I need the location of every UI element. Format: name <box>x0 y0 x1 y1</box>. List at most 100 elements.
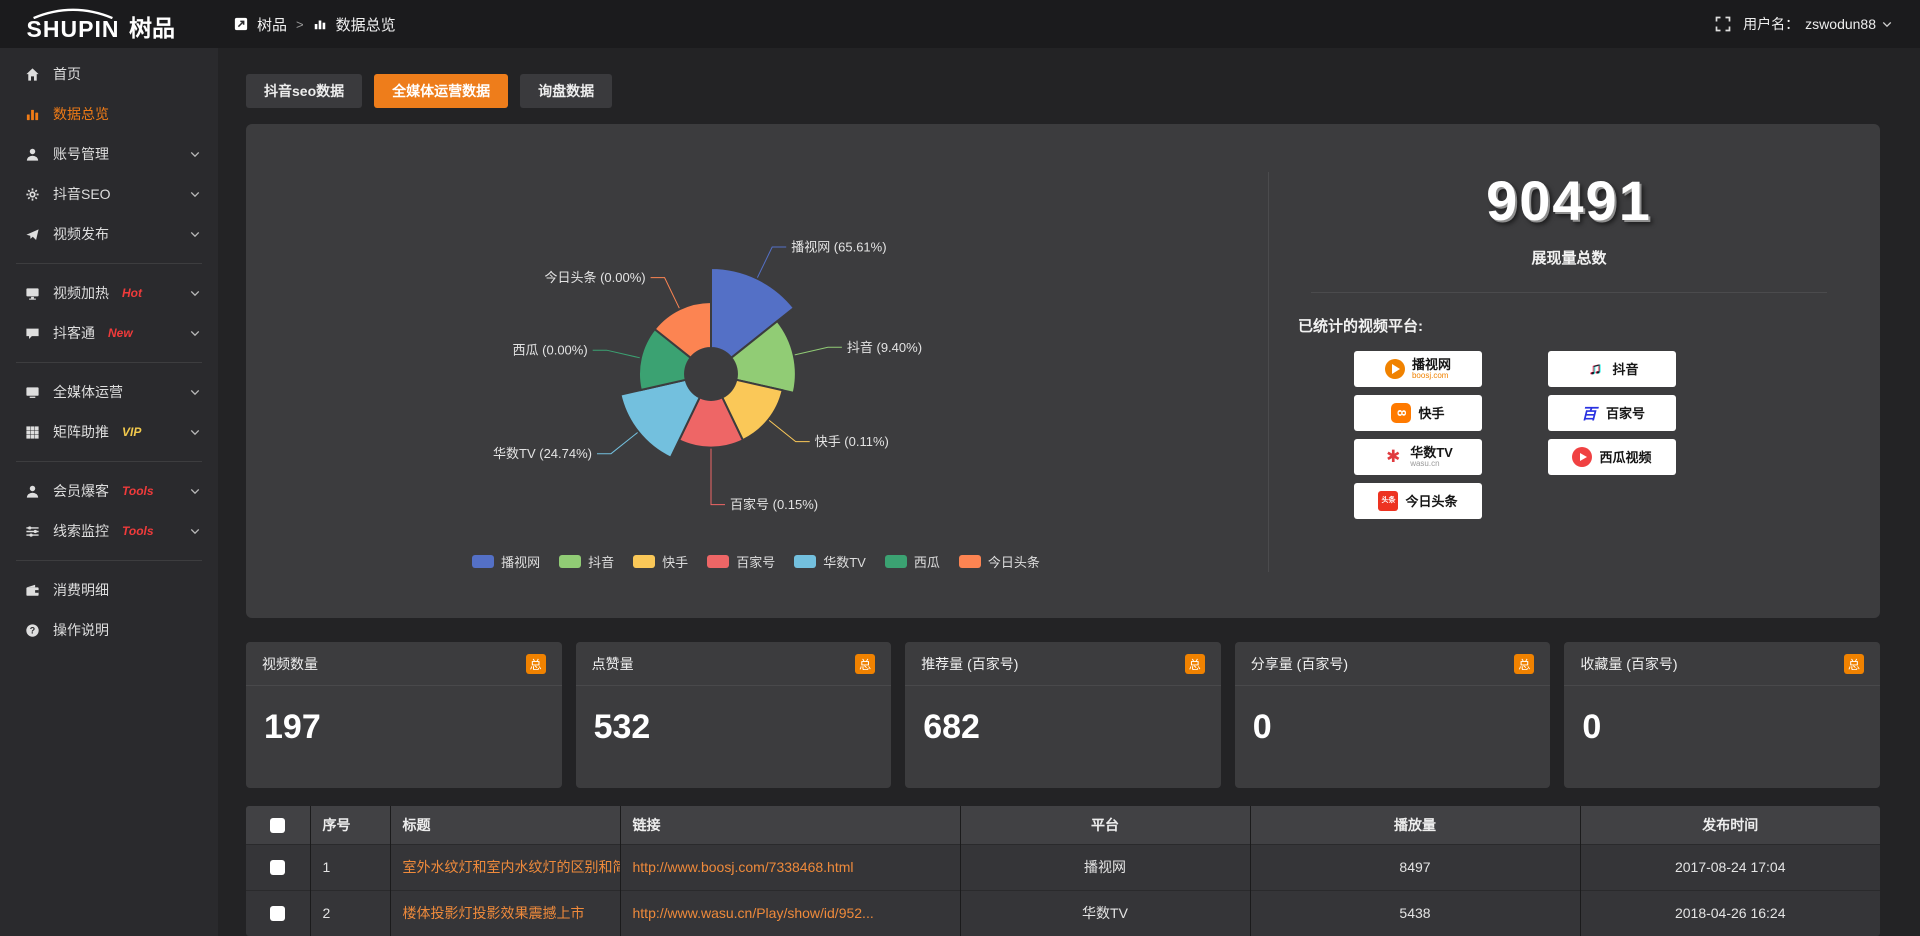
tab-douyin-seo-data[interactable]: 抖音seo数据 <box>246 74 362 108</box>
column-header-2: 链接 <box>620 806 960 844</box>
total-badge[interactable]: 总 <box>1514 654 1534 674</box>
legend-marker <box>885 555 907 568</box>
breadcrumb-separator: > <box>296 17 304 32</box>
row-checkbox[interactable] <box>270 860 285 875</box>
top-bar: SHUPIN 树品 树品 > 数据总览 用户名： zswodun88 <box>0 0 1920 48</box>
pie-label-line <box>651 278 680 309</box>
legend-label: 播视网 <box>501 552 540 571</box>
legend-item-百家号[interactable]: 百家号 <box>707 552 775 571</box>
cell-title[interactable]: 楼体投影灯投影效果震撼上市 <box>390 890 620 936</box>
pie-label-line <box>593 350 640 358</box>
legend-item-快手[interactable]: 快手 <box>633 552 688 571</box>
sidebar-divider <box>16 362 202 363</box>
sidebar-item-data-overview[interactable]: 数据总览 <box>0 94 218 134</box>
breadcrumb-current: 数据总览 <box>336 14 396 35</box>
pie-label: 华数TV (24.74%) <box>493 446 592 461</box>
fullscreen-icon[interactable] <box>1715 16 1731 32</box>
sidebar-item-matrix-boost[interactable]: 矩阵助推VIP <box>0 412 218 452</box>
total-badge[interactable]: 总 <box>1185 654 1205 674</box>
cell-index: 2 <box>310 890 390 936</box>
pie-label-line <box>597 433 638 454</box>
sidebar-item-label: 视频发布 <box>53 224 109 244</box>
platform-chip-text: 快手 <box>1418 407 1444 420</box>
legend-item-华数TV[interactable]: 华数TV <box>794 552 866 571</box>
pie-label-line <box>711 449 725 505</box>
platform-subtext: boosj.com <box>1412 371 1448 380</box>
cell-title[interactable]: 室外水纹灯和室内水纹灯的区别和简介 <box>390 844 620 890</box>
stat-card-value: 0 <box>1235 686 1551 769</box>
total-badge[interactable]: 总 <box>526 654 546 674</box>
stat-card-value: 532 <box>576 686 892 769</box>
chevron-down-icon <box>190 389 200 396</box>
video-table: 序号标题链接平台播放量发布时间 1 室外水纹灯和室内水纹灯的区别和简介 http… <box>246 806 1880 936</box>
legend-item-播视网[interactable]: 播视网 <box>472 552 540 571</box>
platform-chips: 播视网boosj.com8快手✱华数TVwasu.cn头条今日头条 ♫抖音百百家… <box>1292 351 1846 519</box>
tab-media-ops-data[interactable]: 全媒体运营数据 <box>374 74 508 108</box>
topbar-right: 用户名： zswodun88 <box>1715 14 1920 34</box>
rose-pie-chart[interactable]: 播视网 (65.61%)抖音 (9.40%)快手 (0.11%)百家号 (0.1… <box>246 124 1266 618</box>
sidebar-item-douyin-seo[interactable]: 抖音SEO <box>0 174 218 214</box>
shortcut-icon <box>234 17 248 31</box>
screen-icon <box>25 286 40 301</box>
cell-platform: 华数TV <box>960 890 1250 936</box>
boosj-logo-icon <box>1385 359 1405 379</box>
chevron-down-icon <box>190 290 200 297</box>
platform-chip-xigua: 西瓜视频 <box>1548 439 1676 475</box>
platform-name: 百家号 <box>1606 407 1645 420</box>
legend-item-抖音[interactable]: 抖音 <box>559 552 614 571</box>
sidebar-item-home[interactable]: 首页 <box>0 54 218 94</box>
table-row: 2 楼体投影灯投影效果震撼上市 http://www.wasu.cn/Play/… <box>246 890 1880 936</box>
table-row: 1 室外水纹灯和室内水纹灯的区别和简介 http://www.boosj.com… <box>246 844 1880 890</box>
total-badge[interactable]: 总 <box>855 654 875 674</box>
tab-inquiry-data[interactable]: 询盘数据 <box>520 74 612 108</box>
select-all-checkbox[interactable] <box>270 818 285 833</box>
sidebar-item-clue-monitor[interactable]: 线索监控Tools <box>0 511 218 551</box>
horizontal-divider <box>1311 292 1826 293</box>
stat-card-value: 197 <box>246 686 562 769</box>
sidebar-item-label: 矩阵助推 <box>53 422 109 442</box>
stat-card-header: 点赞量 总 <box>576 642 892 686</box>
pie-slice-华数TV[interactable] <box>621 380 700 458</box>
pie-label: 今日头条 (0.00%) <box>544 270 645 285</box>
data-tabs: 抖音seo数据全媒体运营数据询盘数据 <box>246 74 1880 108</box>
column-header-0: 序号 <box>310 806 390 844</box>
legend-label: 抖音 <box>588 552 614 571</box>
legend-label: 百家号 <box>736 552 775 571</box>
breadcrumb-home[interactable]: 树品 <box>257 14 287 35</box>
sidebar-item-badge: Hot <box>122 286 142 300</box>
legend-label: 华数TV <box>823 552 866 571</box>
cell-link[interactable]: http://www.boosj.com/7338468.html <box>620 844 960 890</box>
sidebar: 首页数据总览账号管理抖音SEO视频发布视频加热Hot抖客通New全媒体运营矩阵助… <box>0 48 218 936</box>
column-header-3: 平台 <box>960 806 1250 844</box>
stat-card-1: 点赞量 总 532 <box>576 642 892 788</box>
legend-item-今日头条[interactable]: 今日头条 <box>959 552 1040 571</box>
total-badge[interactable]: 总 <box>1844 654 1864 674</box>
sidebar-item-label: 会员爆客 <box>53 481 109 501</box>
user-menu[interactable]: 用户名： zswodun88 <box>1743 14 1892 34</box>
legend-item-西瓜[interactable]: 西瓜 <box>885 552 940 571</box>
platforms-label: 已统计的视频平台: <box>1298 315 1846 336</box>
sidebar-item-help[interactable]: ?操作说明 <box>0 610 218 650</box>
sidebar-item-account-manage[interactable]: 账号管理 <box>0 134 218 174</box>
sidebar-item-video-publish[interactable]: 视频发布 <box>0 214 218 254</box>
stat-card-2: 推荐量 (百家号) 总 682 <box>905 642 1221 788</box>
stat-card-0: 视频数量 总 197 <box>246 642 562 788</box>
publish-icon <box>25 227 40 242</box>
sidebar-item-member-baoke[interactable]: 会员爆客Tools <box>0 471 218 511</box>
cell-link[interactable]: http://www.wasu.cn/Play/show/id/952... <box>620 890 960 936</box>
sidebar-item-media-ops[interactable]: 全媒体运营 <box>0 372 218 412</box>
sidebar-item-douketong[interactable]: 抖客通New <box>0 313 218 353</box>
pie-label-line <box>757 247 786 278</box>
chevron-down-icon <box>190 231 200 238</box>
column-header-1: 标题 <box>390 806 620 844</box>
logo-cjk-text: 树品 <box>129 15 175 41</box>
legend-marker <box>633 555 655 568</box>
sidebar-item-video-heat[interactable]: 视频加热Hot <box>0 273 218 313</box>
app-logo[interactable]: SHUPIN 树品 <box>0 8 218 41</box>
sidebar-item-expense-detail[interactable]: 消费明细 <box>0 570 218 610</box>
douyin-logo-icon: ♫ <box>1585 359 1605 379</box>
stat-card-3: 分享量 (百家号) 总 0 <box>1235 642 1551 788</box>
cell-plays: 5438 <box>1250 890 1580 936</box>
summary-section: 90491 展现量总数 已统计的视频平台: 播视网boosj.com8快手✱华数… <box>1292 124 1846 618</box>
row-checkbox[interactable] <box>270 906 285 921</box>
